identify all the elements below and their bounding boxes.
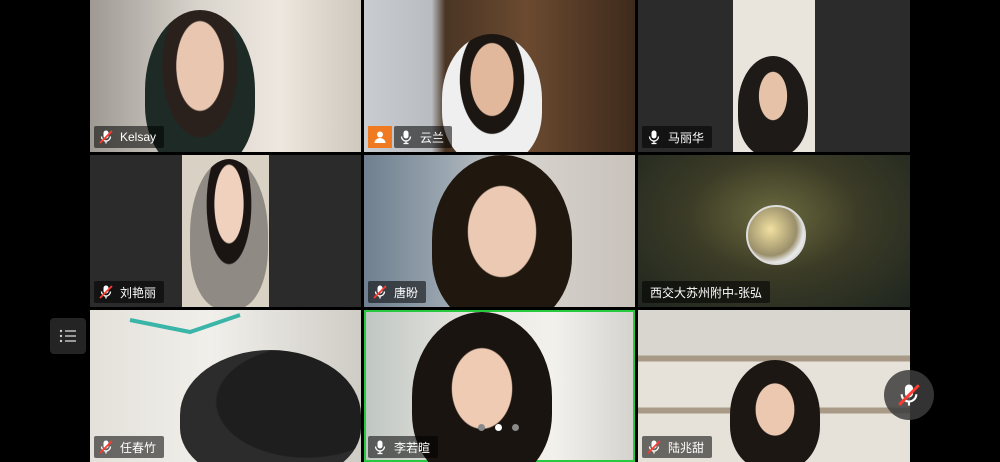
microphone-muted-icon [98, 284, 114, 300]
microphone-icon [398, 129, 414, 145]
participant-name: 陆兆甜 [668, 440, 705, 455]
microphone-muted-icon [372, 284, 388, 300]
microphone-muted-icon [98, 129, 114, 145]
person-silhouette [730, 360, 820, 462]
participant-list-button[interactable] [50, 318, 86, 354]
participant-name: 西交大苏州附中-张弘 [650, 285, 762, 300]
person-silhouette [738, 56, 808, 152]
video-tile-liruoxuan[interactable]: 李若暄 [364, 310, 635, 462]
participant-label: 刘艳丽 [94, 281, 165, 303]
user-icon [374, 131, 386, 143]
video-tile-luzhaotian[interactable]: 陆兆甜 [638, 310, 910, 462]
host-badge [368, 126, 392, 148]
participant-label: 西交大苏州附中-张弘 [642, 281, 770, 303]
video-tile-liuyanli[interactable]: 刘艳丽 [90, 155, 361, 307]
participant-label: Kelsay [94, 126, 165, 148]
person-silhouette [190, 159, 268, 307]
microphone-muted-icon [98, 439, 114, 455]
mute-toggle-button[interactable] [884, 370, 934, 420]
participant-label: 陆兆甜 [642, 436, 713, 458]
participant-label: 云兰 [394, 126, 453, 148]
participant-name: 云兰 [420, 130, 445, 145]
video-tile-yunlan[interactable]: 云兰 [364, 0, 635, 152]
participant-label: 唐盼 [368, 281, 427, 303]
participant-name: 唐盼 [394, 285, 419, 300]
video-tile-kelsay[interactable]: Kelsay [90, 0, 361, 152]
microphone-muted-icon [646, 439, 662, 455]
microphone-icon [372, 439, 388, 455]
participant-avatar [746, 205, 806, 265]
participant-label: 马丽华 [642, 126, 713, 148]
page-dot-current[interactable] [495, 424, 502, 431]
microphone-muted-icon [896, 382, 922, 408]
video-tile-malihua[interactable]: 马丽华 [638, 0, 910, 152]
participant-name: 刘艳丽 [120, 285, 157, 300]
participant-name: Kelsay [120, 130, 157, 144]
participant-name: 马丽华 [668, 130, 705, 145]
participant-list-icon [59, 329, 76, 343]
video-tile-renchunzhu[interactable]: 任春竹 [90, 310, 361, 462]
person-silhouette [442, 34, 542, 152]
participant-label: 李若暄 [368, 436, 439, 458]
page-dot[interactable] [478, 424, 485, 431]
participant-name: 任春竹 [120, 440, 157, 455]
wall-decoration [129, 313, 241, 335]
participant-label: 任春竹 [94, 436, 165, 458]
page-indicator [478, 424, 519, 431]
microphone-icon [646, 129, 662, 145]
video-tile-zhanghong[interactable]: 西交大苏州附中-张弘 [638, 155, 910, 307]
participant-name: 李若暄 [394, 440, 431, 455]
video-tile-tangpan[interactable]: 唐盼 [364, 155, 635, 307]
video-grid: Kelsay 云兰 马丽华 刘艳丽 唐盼 西交大苏州附中-张弘 任春竹 李若暄 … [90, 0, 910, 462]
page-dot[interactable] [512, 424, 519, 431]
